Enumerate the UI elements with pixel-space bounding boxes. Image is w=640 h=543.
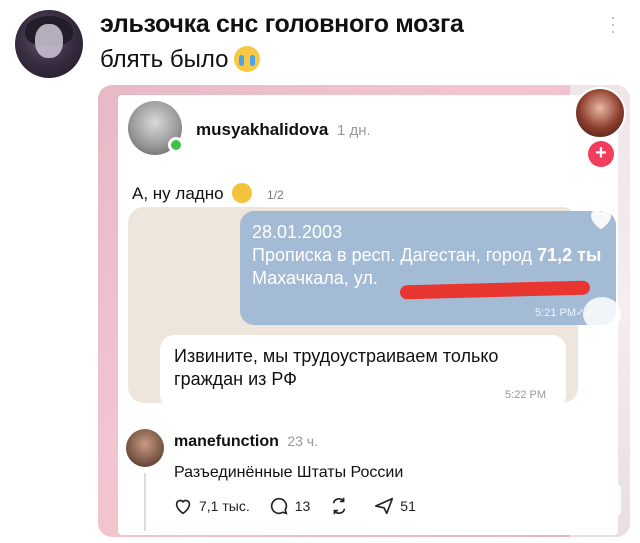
author-avatar[interactable] [15, 10, 83, 78]
reply-text: Разъединённые Штаты России [174, 464, 404, 481]
online-indicator-icon [168, 137, 184, 153]
post-text: блять было [100, 46, 261, 74]
side-shares[interactable]: 423 [582, 483, 622, 532]
reply-time: 23 ч. [287, 433, 318, 449]
comment-icon [270, 497, 288, 515]
outgoing-line-1: 28.01.2003 [252, 222, 343, 242]
incoming-time: 5:22 PM [505, 389, 546, 401]
side-saves[interactable]: 1994 [582, 395, 622, 444]
outgoing-line-2-extra: 71,2 [537, 245, 573, 265]
reply-username[interactable]: manefunction [174, 433, 279, 450]
comment-button[interactable]: 13 [268, 495, 311, 517]
thread-line [144, 473, 146, 531]
outgoing-time: 5:21 PM [535, 307, 576, 319]
inner-author-avatar[interactable] [128, 101, 184, 155]
side-comments-count: 290 [591, 331, 613, 346]
side-shares-count: 423 [591, 517, 613, 532]
side-comment-icon [583, 297, 621, 331]
chat-screenshot: 28.01.2003 Прописка в респ. Дагестан, го… [128, 207, 616, 409]
send-icon [375, 497, 394, 515]
more-options-icon[interactable]: · · · [610, 8, 616, 40]
repost-icon [332, 497, 346, 515]
inner-author[interactable]: musyakhalidova 1 дн. [196, 120, 371, 140]
inner-post-text: А, ну ладно 1/2 [132, 183, 284, 204]
avatar-face [35, 24, 63, 58]
like-count: 7,1 тыс. [199, 498, 250, 514]
reply-actions: 7,1 тыс. 13 51 [172, 495, 416, 517]
embedded-post-card: musyakhalidova 1 дн. А, ну ладно 1/2 28.… [118, 95, 618, 535]
outgoing-line-2-tail: ты [577, 245, 602, 265]
incoming-line-2: граждан из РФ [174, 369, 297, 389]
like-button[interactable]: 7,1 тыс. [172, 495, 250, 517]
inner-text-content: А, ну ладно [132, 184, 224, 203]
creator-avatar[interactable] [574, 87, 626, 139]
outgoing-message: 28.01.2003 Прописка в респ. Дагестан, го… [240, 211, 616, 325]
inner-post-time: 1 дн. [337, 122, 371, 139]
side-heart-icon[interactable] [584, 203, 618, 233]
heart-icon [175, 499, 191, 515]
side-comments[interactable]: 290 [582, 297, 622, 346]
share-button[interactable]: 51 [373, 495, 416, 517]
laughing-face-icon [232, 183, 253, 203]
share-count: 51 [400, 498, 416, 514]
comment-count: 13 [294, 498, 311, 514]
incoming-message: Извините, мы трудоустраиваем только граж… [160, 335, 566, 409]
side-share-icon [583, 483, 621, 517]
follow-plus-button[interactable]: + [588, 141, 614, 167]
post-text-content: блять было [100, 46, 229, 73]
inner-username[interactable]: musyakhalidova [196, 120, 328, 139]
repost-button[interactable] [328, 495, 355, 517]
side-saves-count: 1994 [587, 429, 617, 444]
reply-author[interactable]: manefunction 23 ч. [174, 433, 318, 451]
reply-author-avatar[interactable] [126, 429, 164, 467]
incoming-line-1: Извините, мы трудоустраиваем только [174, 346, 499, 366]
crying-face-icon [234, 46, 261, 72]
side-bookmark-icon [588, 395, 616, 429]
image-counter: 1/2 [267, 188, 284, 202]
outgoing-line-2-text: Прописка в респ. Дагестан, город [252, 245, 533, 265]
embedded-screenshot: musyakhalidova 1 дн. А, ну ладно 1/2 28.… [98, 85, 630, 537]
outgoing-line-2: Прописка в респ. Дагестан, город 71,2 ты [252, 244, 604, 267]
post-author-name[interactable]: эльзочка снс головного мозга [100, 10, 464, 39]
